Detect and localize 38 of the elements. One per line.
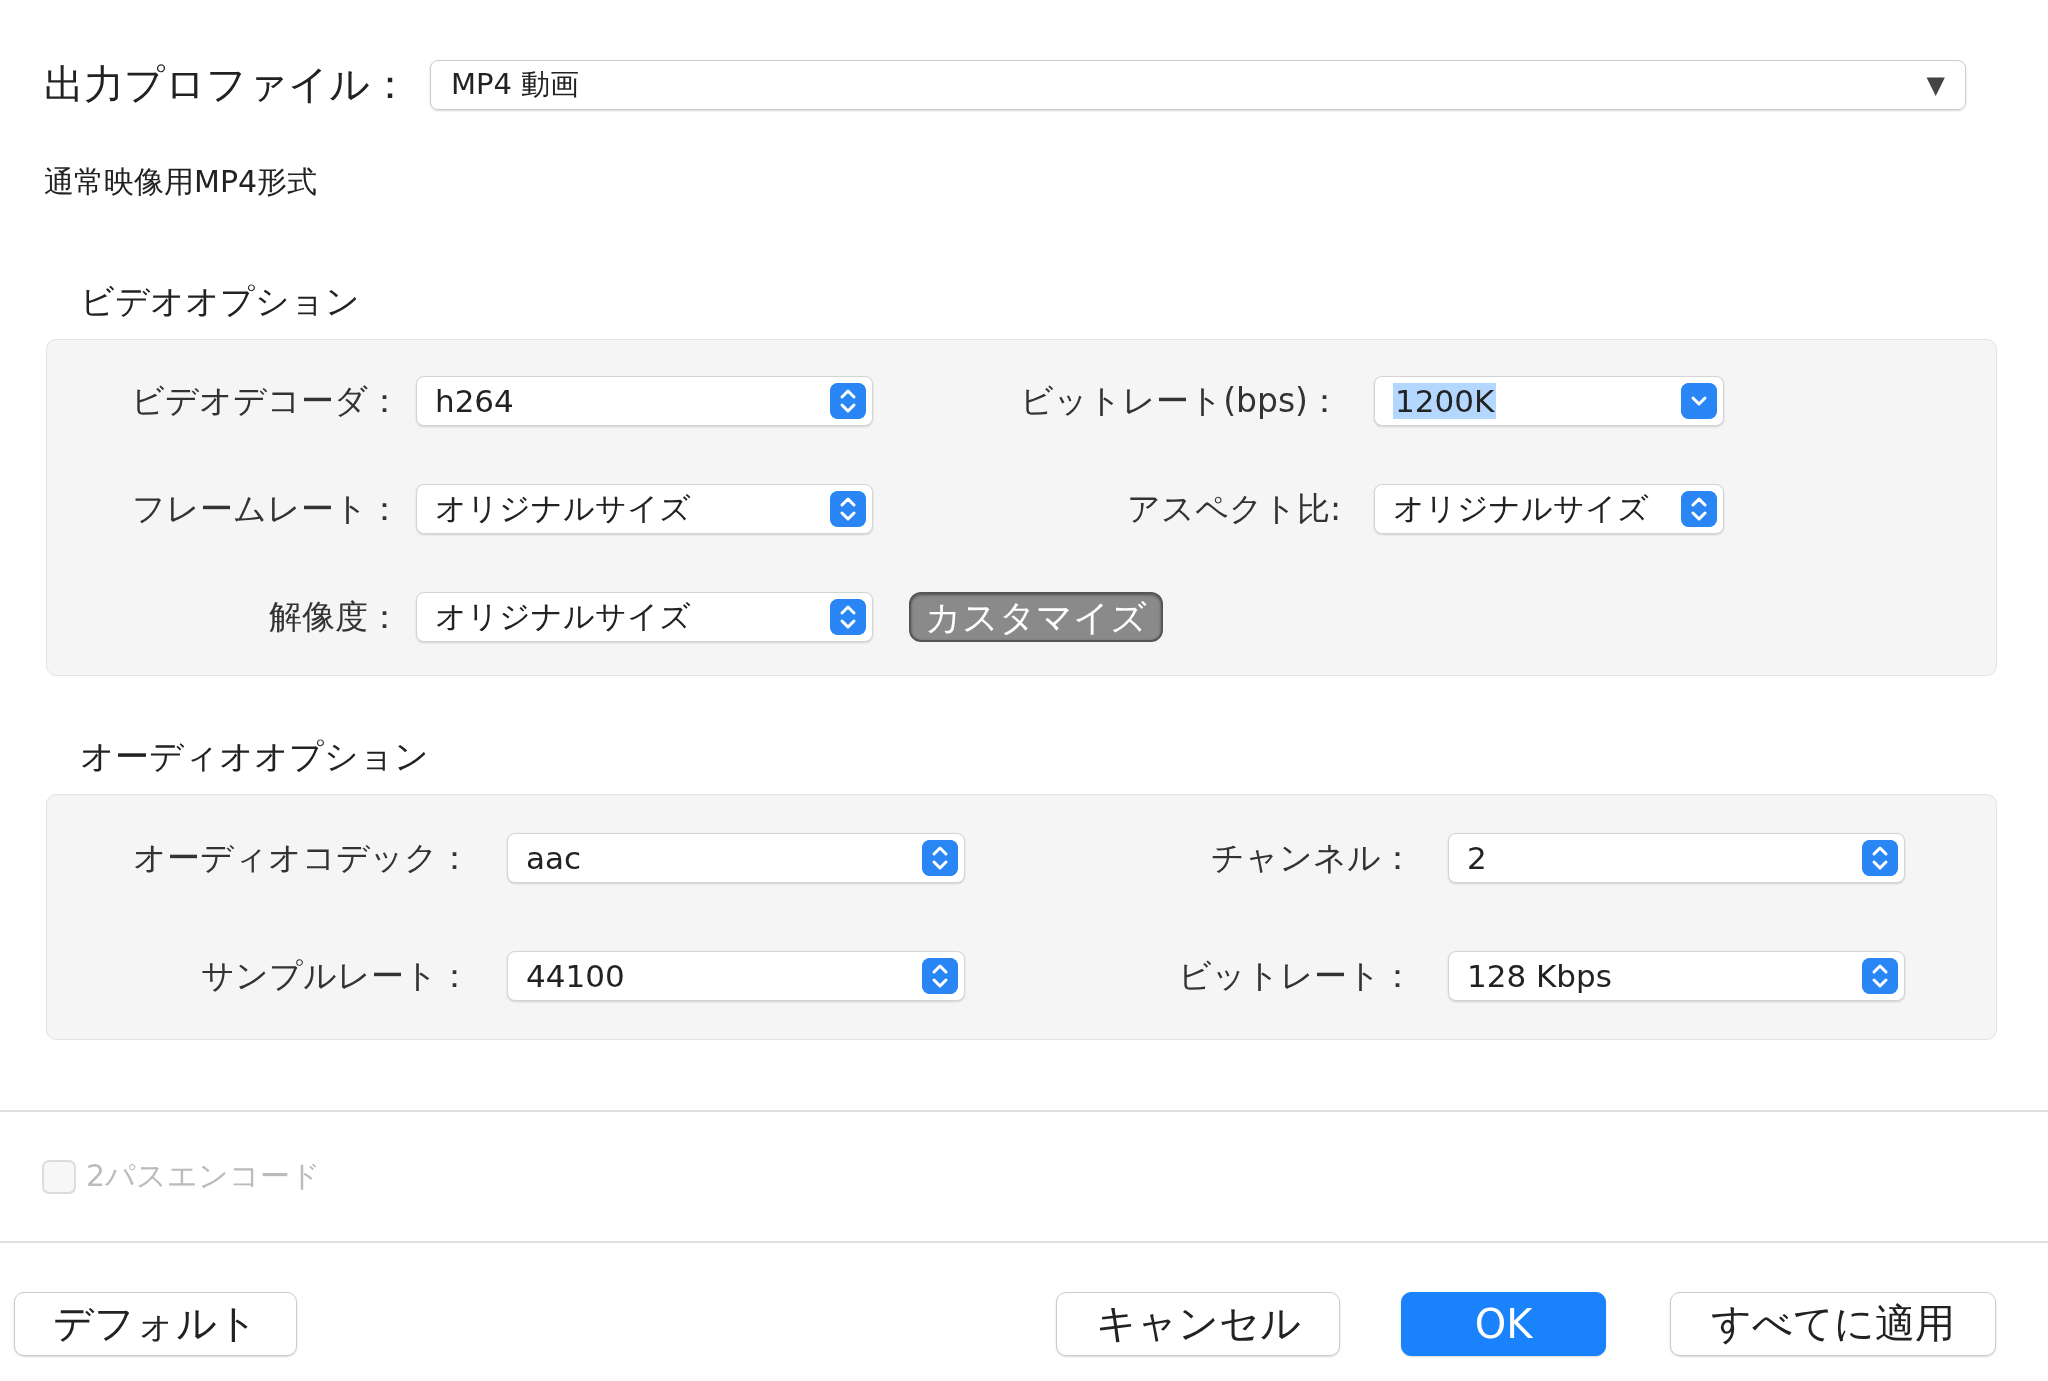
field-label: フレームレート： (131, 487, 402, 530)
stepper-icon (922, 958, 958, 994)
stepper-icon (830, 599, 866, 635)
section-title: オーディオオプション (80, 735, 430, 778)
checkbox-label: 2パスエンコード (86, 1157, 322, 1195)
field-label: ビデオデコーダ： (130, 379, 402, 422)
popup-select[interactable]: 44100 (507, 951, 965, 1001)
dropdown-arrow-icon: ▼ (1926, 70, 1945, 99)
section-title: ビデオオプション (80, 280, 361, 323)
popup-select[interactable]: 2 (1448, 833, 1905, 883)
stepper-icon (1862, 958, 1898, 994)
dialog-button[interactable]: キャンセル (1056, 1291, 1340, 1356)
profile-description: 通常映像用MP4形式 (44, 163, 319, 201)
field-label: 解像度： (268, 595, 402, 638)
profile-label: 出力プロファイル： (44, 60, 410, 109)
popup-select[interactable]: オリジナルサイズ (1374, 484, 1724, 534)
profile-dropdown[interactable]: MP4 動画 ▼ (430, 59, 1966, 110)
field-label: オーディオコデック： (132, 836, 472, 879)
stepper-icon (1681, 491, 1717, 527)
popup-select[interactable]: オリジナルサイズ (416, 592, 873, 642)
field-label: ビットレート(bps)： (1019, 379, 1342, 422)
dialog-button[interactable]: デフォルト (14, 1291, 297, 1356)
popup-select[interactable]: 128 Kbps (1448, 951, 1905, 1001)
stepper-icon (1862, 840, 1898, 876)
popup-select[interactable]: h264 (416, 376, 873, 426)
chevron-down-icon (1681, 383, 1717, 419)
stepper-icon (830, 383, 866, 419)
stepper-icon (830, 491, 866, 527)
field-label: チャンネル： (1210, 836, 1415, 879)
ok-button[interactable]: OK (1401, 1291, 1606, 1356)
field-label: アスペクト比: (1125, 487, 1342, 530)
popup-select[interactable]: aac (507, 833, 965, 883)
popup-select[interactable]: オリジナルサイズ (416, 484, 873, 534)
dialog-button[interactable]: すべてに適用 (1670, 1291, 1996, 1356)
bitrate-combo-box[interactable]: 1200K (1374, 376, 1724, 426)
stepper-icon (922, 840, 958, 876)
field-label: サンプルレート： (200, 954, 472, 997)
field-label: ビットレート： (1177, 954, 1415, 997)
